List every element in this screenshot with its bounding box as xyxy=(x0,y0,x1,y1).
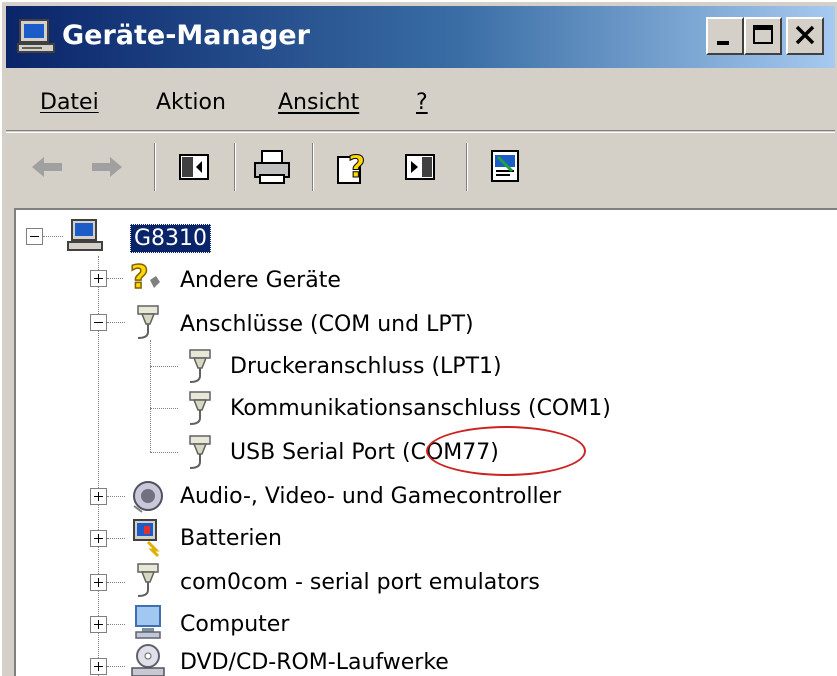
battery-icon xyxy=(133,519,160,558)
toolbar-separator xyxy=(154,143,156,191)
action-pane-button[interactable] xyxy=(398,147,442,187)
device-manager-window: Geräte-Manager Datei Aktion Ansicht ? ? … xyxy=(0,0,837,676)
port-connector-icon xyxy=(137,563,159,597)
close-icon xyxy=(795,25,815,45)
tree-guide-line xyxy=(107,278,123,280)
console-tree-button[interactable] xyxy=(172,147,216,187)
port-connector-icon xyxy=(137,305,159,339)
tree-node-label: Druckeranschluss (LPT1) xyxy=(230,354,502,379)
tree-node-label: DVD/CD-ROM-Laufwerke xyxy=(180,650,449,675)
minimize-icon xyxy=(717,41,729,45)
forward-button[interactable] xyxy=(84,147,128,187)
maximize-icon xyxy=(753,25,773,44)
menu-ansicht-label: Ansicht xyxy=(278,90,360,115)
tree-root-label[interactable]: G8310 xyxy=(130,224,212,253)
back-button[interactable] xyxy=(26,147,70,187)
toolbar: ? xyxy=(6,132,835,201)
menu-aktion-label: Aktion xyxy=(156,90,226,115)
tree-node-label: Andere Geräte xyxy=(180,268,341,293)
close-button[interactable] xyxy=(786,17,824,55)
tree-guide-line xyxy=(150,366,178,368)
device-manager-icon xyxy=(17,19,55,53)
forward-arrow-icon xyxy=(92,157,122,177)
menu-aktion[interactable]: Aktion xyxy=(156,90,226,115)
tree-guide-line xyxy=(107,496,125,498)
unknown-device-icon: ? xyxy=(129,258,160,297)
tree-guide-line xyxy=(150,340,152,452)
port-connector-icon xyxy=(189,391,211,425)
tree-node-label: Anschlüsse (COM und LPT) xyxy=(180,312,474,337)
port-connector-icon xyxy=(189,435,211,469)
tree-guide-line xyxy=(107,322,125,324)
cd-drive-icon xyxy=(131,644,165,676)
collapse-toggle[interactable] xyxy=(26,228,43,245)
tree-node-label: Kommunikationsanschluss (COM1) xyxy=(230,396,611,421)
tree-guide-line xyxy=(107,624,125,626)
window-title: Geräte-Manager xyxy=(62,20,310,51)
annotation-ring xyxy=(426,426,586,476)
device-tree[interactable]: G8310 ? Andere Geräte Anschlüsse (COM un… xyxy=(14,208,837,676)
tree-guide-line xyxy=(150,452,178,454)
speaker-icon xyxy=(133,481,163,513)
toolbar-separator xyxy=(234,143,236,191)
menu-datei-label: Datei xyxy=(40,90,99,115)
tree-guide-line xyxy=(107,582,125,584)
help-button[interactable]: ? xyxy=(332,147,376,187)
tree-guide-line xyxy=(107,538,125,540)
show-hide-console-tree-icon xyxy=(179,154,209,180)
title-bar[interactable]: Geräte-Manager xyxy=(6,6,835,68)
toolbar-separator xyxy=(312,143,314,191)
tree-node-label: Computer xyxy=(180,612,290,637)
monitor-icon xyxy=(135,605,161,639)
tree-guide-line xyxy=(43,236,63,238)
tree-node-label: Audio-, Video- und Gamecontroller xyxy=(180,484,562,509)
menu-bar: Datei Aktion Ansicht ? xyxy=(6,74,835,131)
svg-text:?: ? xyxy=(348,150,365,185)
svg-text:?: ? xyxy=(130,258,149,296)
tree-guide-line xyxy=(107,666,125,668)
computer-icon xyxy=(67,219,103,251)
tree-guide-line xyxy=(150,408,178,410)
collapse-toggle[interactable] xyxy=(90,314,107,331)
help-icon: ? xyxy=(337,150,366,186)
menu-datei[interactable]: Datei xyxy=(40,90,99,115)
expand-toggle[interactable] xyxy=(90,616,107,633)
menu-help[interactable]: ? xyxy=(416,90,428,115)
menu-help-label: ? xyxy=(416,90,428,115)
show-hide-action-pane-icon xyxy=(405,154,435,180)
toolbar-separator xyxy=(466,143,468,191)
port-connector-icon xyxy=(189,349,211,383)
maximize-button[interactable] xyxy=(744,17,782,55)
expand-toggle[interactable] xyxy=(90,574,107,591)
device-properties-icon xyxy=(491,150,519,182)
tree-node-label: Batterien xyxy=(180,526,282,551)
tree-node-label: com0com - serial port emulators xyxy=(180,570,540,595)
back-arrow-icon xyxy=(32,157,62,177)
expand-toggle[interactable] xyxy=(90,270,107,287)
minimize-button[interactable] xyxy=(706,17,744,55)
expand-toggle[interactable] xyxy=(90,530,107,547)
print-icon xyxy=(254,150,290,184)
print-button[interactable] xyxy=(250,147,294,187)
properties-button[interactable] xyxy=(484,147,528,187)
expand-toggle[interactable] xyxy=(90,488,107,505)
expand-toggle[interactable] xyxy=(90,658,107,675)
menu-ansicht[interactable]: Ansicht xyxy=(278,90,359,115)
